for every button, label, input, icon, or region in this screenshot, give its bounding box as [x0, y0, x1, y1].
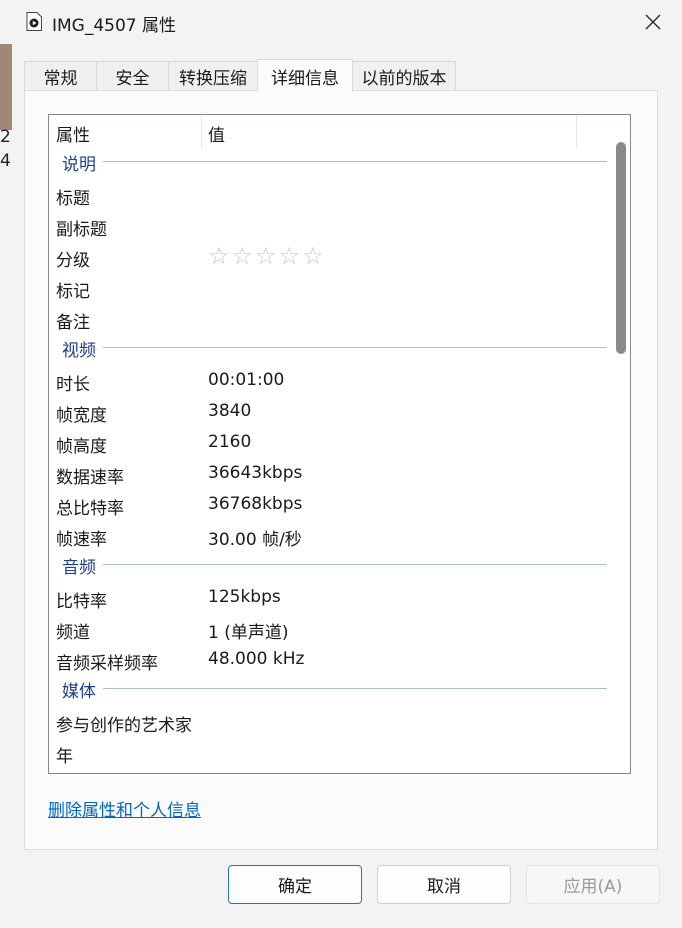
property-value: 48.000 kHz	[208, 649, 305, 669]
property-row-title[interactable]: 标题	[49, 179, 605, 210]
group-header-media: 媒体	[49, 675, 607, 706]
property-row-comments[interactable]: 备注	[49, 303, 605, 334]
property-name: 数据速率	[56, 468, 124, 488]
property-row-tags[interactable]: 标记	[49, 272, 605, 303]
property-name: 标题	[56, 189, 90, 209]
cancel-button[interactable]: 取消	[377, 865, 511, 904]
group-divider	[103, 564, 607, 565]
window-title: IMG_4507 属性	[52, 16, 177, 36]
rating-stars[interactable]: ☆☆☆☆☆	[208, 242, 326, 270]
property-name: 时长	[56, 375, 90, 395]
tab-security[interactable]: 安全	[96, 61, 169, 91]
column-divider[interactable]	[201, 115, 202, 148]
property-value: 3840	[208, 401, 252, 421]
group-header-description: 说明	[49, 148, 607, 179]
property-row-sample-rate[interactable]: 音频采样频率 48.000 kHz	[49, 644, 605, 675]
tab-convert-compress[interactable]: 转换压缩	[168, 61, 258, 91]
property-name: 参与创作的艺术家	[56, 716, 192, 736]
property-name: 帧速率	[56, 530, 107, 550]
tab-previous-versions[interactable]: 以前的版本	[352, 61, 456, 91]
property-name: 分级	[56, 251, 90, 271]
property-name: 比特率	[56, 592, 107, 612]
property-row-audio-bitrate[interactable]: 比特率 125kbps	[49, 582, 605, 613]
group-header-audio: 音频	[49, 551, 607, 582]
property-row-length[interactable]: 时长 00:01:00	[49, 365, 605, 396]
property-name: 帧高度	[56, 437, 107, 457]
property-row-year[interactable]: 年	[49, 737, 605, 768]
group-header-video: 视频	[49, 334, 607, 365]
property-value: 125kbps	[208, 587, 281, 607]
column-divider[interactable]	[576, 115, 577, 148]
ok-button[interactable]: 确定	[228, 865, 362, 904]
property-row-channels[interactable]: 频道 1 (单声道)	[49, 613, 605, 644]
property-name: 备注	[56, 313, 90, 333]
background-text: 2	[0, 127, 11, 147]
property-list[interactable]: 属性 值 说明 标题 副标题 分级 ☆☆☆☆☆ 标记 备注 视频 时长 00:0…	[48, 114, 631, 774]
background-window-thumbnail	[0, 40, 12, 130]
background-text: 4	[0, 151, 11, 171]
property-row-rating[interactable]: 分级 ☆☆☆☆☆	[49, 241, 605, 272]
vertical-scrollbar[interactable]	[608, 115, 630, 773]
video-file-icon	[26, 12, 42, 31]
group-divider	[103, 161, 607, 162]
group-label: 视频	[62, 336, 102, 361]
list-header: 属性 值	[49, 115, 605, 148]
group-label: 音频	[62, 553, 102, 578]
property-name: 总比特率	[56, 499, 124, 519]
group-label: 说明	[62, 150, 102, 175]
property-value: 00:01:00	[208, 370, 285, 390]
scrollbar-thumb[interactable]	[616, 142, 626, 354]
property-value: 2160	[208, 432, 252, 452]
property-row-frame-height[interactable]: 帧高度 2160	[49, 427, 605, 458]
property-row-contributing-artists[interactable]: 参与创作的艺术家	[49, 706, 605, 737]
property-row-total-bitrate[interactable]: 总比特率 36768kbps	[49, 489, 605, 520]
tab-details[interactable]: 详细信息	[257, 59, 353, 92]
property-name: 频道	[56, 623, 90, 643]
remove-properties-link[interactable]: 删除属性和个人信息	[48, 796, 201, 821]
column-header-value[interactable]: 值	[208, 121, 225, 146]
property-row-frame-rate[interactable]: 帧速率 30.00 帧/秒	[49, 520, 605, 551]
property-rows: 说明 标题 副标题 分级 ☆☆☆☆☆ 标记 备注 视频 时长 00:01:00 …	[49, 148, 607, 768]
property-row-frame-width[interactable]: 帧宽度 3840	[49, 396, 605, 427]
property-name: 帧宽度	[56, 406, 107, 426]
watermark-logo	[553, 883, 671, 917]
column-header-property[interactable]: 属性	[56, 121, 90, 146]
group-divider	[103, 347, 607, 348]
property-row-subtitle[interactable]: 副标题	[49, 210, 605, 241]
property-name: 音频采样频率	[56, 654, 158, 674]
title-bar: IMG_4507 属性	[0, 0, 682, 44]
close-button[interactable]	[624, 0, 682, 44]
property-name: 年	[56, 747, 73, 767]
property-name: 标记	[56, 282, 90, 302]
close-icon	[645, 14, 661, 30]
property-value: 30.00 帧/秒	[208, 530, 302, 550]
property-value: 36768kbps	[208, 494, 303, 514]
property-value: 36643kbps	[208, 463, 303, 483]
property-name: 副标题	[56, 220, 107, 240]
group-divider	[103, 688, 607, 689]
property-row-data-rate[interactable]: 数据速率 36643kbps	[49, 458, 605, 489]
tab-general[interactable]: 常规	[24, 61, 97, 91]
property-value: 1 (单声道)	[208, 623, 289, 643]
group-label: 媒体	[62, 677, 102, 702]
